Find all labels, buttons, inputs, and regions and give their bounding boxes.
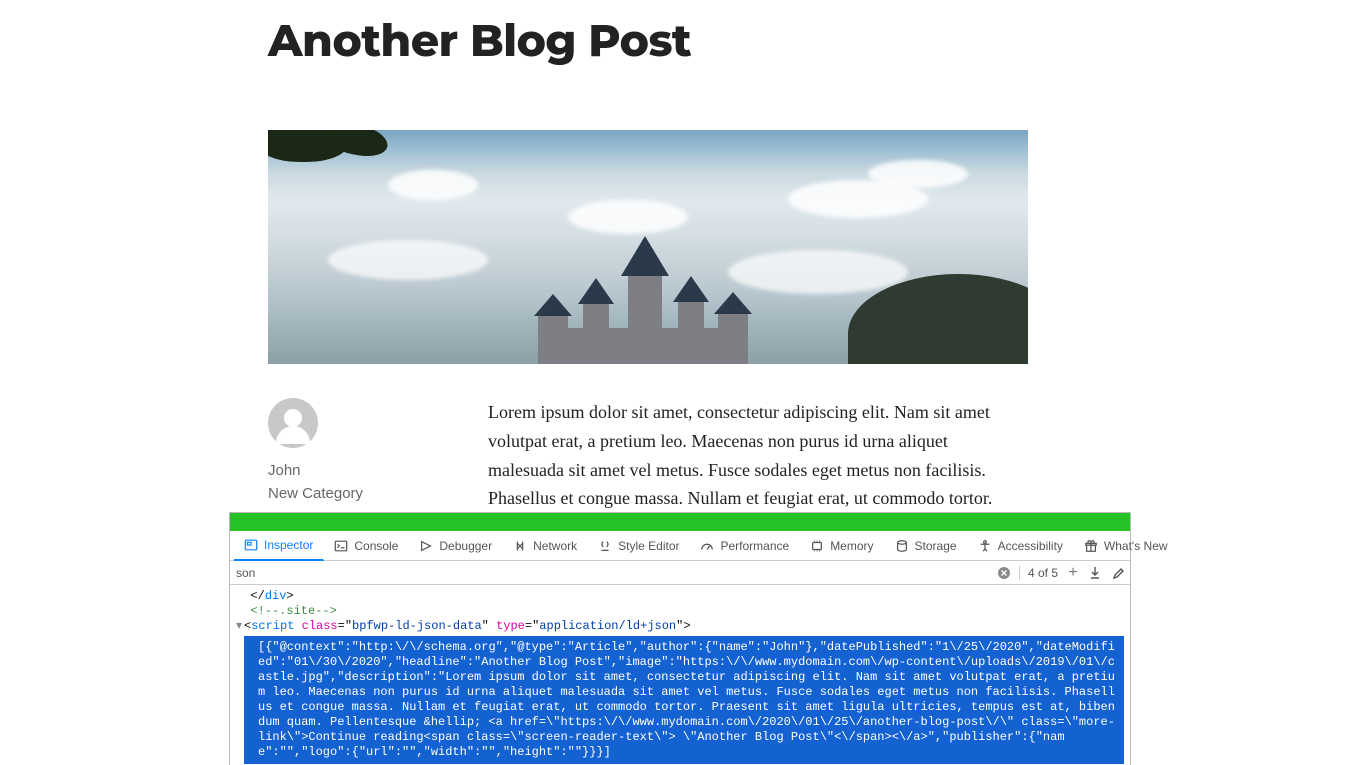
tab-label: Console	[354, 539, 398, 553]
code-line[interactable]: ▾<script class="bpfwp-ld-json-data" type…	[236, 619, 1124, 634]
style-editor-icon	[598, 539, 612, 553]
tab-accessibility[interactable]: Accessibility	[968, 531, 1074, 560]
devtools-markup-view[interactable]: </div> <!--.site--> ▾<script class="bpfw…	[230, 585, 1130, 765]
featured-image	[268, 130, 1028, 364]
accessibility-icon	[978, 539, 992, 553]
post-container: Another Blog Post John New	[268, 14, 1028, 542]
eyedropper-icon[interactable]	[1110, 566, 1124, 580]
post-title: Another Blog Post	[268, 14, 1028, 68]
tab-memory[interactable]: Memory	[800, 531, 884, 560]
storage-icon	[895, 539, 909, 553]
tab-label: Network	[533, 539, 577, 553]
devtools-search-bar: son 4 of 5 +	[230, 561, 1130, 585]
search-input[interactable]: son	[236, 566, 989, 580]
code-line[interactable]: <!--.site-->	[236, 604, 1124, 619]
tab-label: Accessibility	[998, 539, 1063, 553]
devtools-panel: Inspector Console Debugger Network Style…	[229, 512, 1131, 765]
debugger-icon	[419, 539, 433, 553]
tab-label: Style Editor	[618, 539, 679, 553]
tab-label: Memory	[830, 539, 873, 553]
memory-icon	[810, 539, 824, 553]
search-match-counter: 4 of 5	[1019, 566, 1058, 580]
tab-storage[interactable]: Storage	[885, 531, 968, 560]
author-avatar	[268, 398, 318, 448]
code-line[interactable]: </div>	[236, 589, 1124, 604]
tab-label: Inspector	[264, 538, 313, 552]
devtools-highlight-bar	[230, 513, 1130, 531]
performance-icon	[700, 539, 714, 553]
tab-debugger[interactable]: Debugger	[409, 531, 503, 560]
search-prev-icon[interactable]	[1088, 566, 1102, 580]
tab-label: Storage	[915, 539, 957, 553]
inspector-icon	[244, 538, 258, 552]
tab-style-editor[interactable]: Style Editor	[588, 531, 690, 560]
clear-search-icon[interactable]	[997, 566, 1011, 580]
console-icon	[334, 539, 348, 553]
tab-label: Performance	[720, 539, 789, 553]
tab-inspector[interactable]: Inspector	[234, 532, 324, 561]
tab-console[interactable]: Console	[324, 531, 409, 560]
tab-label: What's New	[1104, 539, 1168, 553]
gift-icon	[1084, 539, 1098, 553]
tab-performance[interactable]: Performance	[690, 531, 800, 560]
tab-whats-new[interactable]: What's New	[1074, 531, 1179, 560]
search-next-icon[interactable]: +	[1066, 566, 1080, 580]
selected-json-text-node[interactable]: [{"@context":"http:\/\/schema.org","@typ…	[244, 636, 1124, 764]
tab-network[interactable]: Network	[503, 531, 588, 560]
devtools-tabbar: Inspector Console Debugger Network Style…	[230, 531, 1130, 561]
network-icon	[513, 539, 527, 553]
author-name-link[interactable]: John	[268, 462, 458, 479]
category-link[interactable]: New Category	[268, 485, 458, 502]
tab-label: Debugger	[439, 539, 492, 553]
